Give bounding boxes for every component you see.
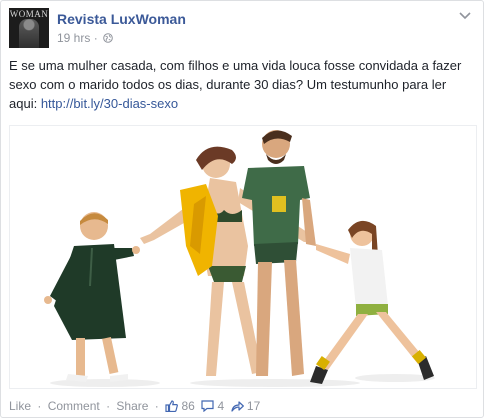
comments-count[interactable]: 4 [218, 399, 225, 413]
facebook-post: WOMAN Revista LuxWoman 19 hrs · E se uma… [0, 0, 484, 418]
post-header: WOMAN Revista LuxWoman 19 hrs · [9, 8, 475, 48]
share-arrow-icon[interactable] [230, 400, 244, 412]
share-link[interactable]: Share [116, 399, 148, 413]
globe-icon[interactable] [103, 33, 113, 43]
girl-figure [310, 220, 434, 384]
like-link[interactable]: Like [9, 399, 31, 413]
avatar-logo-text: WOMAN [9, 9, 49, 19]
thumbs-up-icon[interactable] [165, 400, 179, 412]
shares-count[interactable]: 17 [247, 399, 260, 413]
action-separator: · [154, 399, 159, 413]
comment-icon[interactable] [201, 400, 214, 412]
post-photo[interactable] [9, 125, 477, 389]
likes-count[interactable]: 86 [181, 399, 194, 413]
page-name-link[interactable]: Revista LuxWoman [57, 11, 186, 27]
post-timestamp[interactable]: 19 hrs [57, 31, 90, 45]
family-photo [44, 130, 435, 387]
post-url-link[interactable]: http://bit.ly/30-dias-sexo [41, 96, 178, 111]
post-body: E se uma mulher casada, com filhos e uma… [9, 56, 473, 113]
action-separator: · [106, 399, 111, 413]
post-meta: 19 hrs · [57, 30, 113, 45]
action-separator: · [37, 399, 42, 413]
chevron-down-icon[interactable] [459, 12, 471, 20]
page-avatar[interactable]: WOMAN [9, 8, 49, 48]
boy-figure [44, 212, 140, 382]
comment-link[interactable]: Comment [48, 399, 100, 413]
avatar-figure [19, 19, 39, 48]
meta-separator: · [93, 30, 98, 45]
post-actions: Like · Comment · Share · 86 4 17 [9, 399, 260, 415]
